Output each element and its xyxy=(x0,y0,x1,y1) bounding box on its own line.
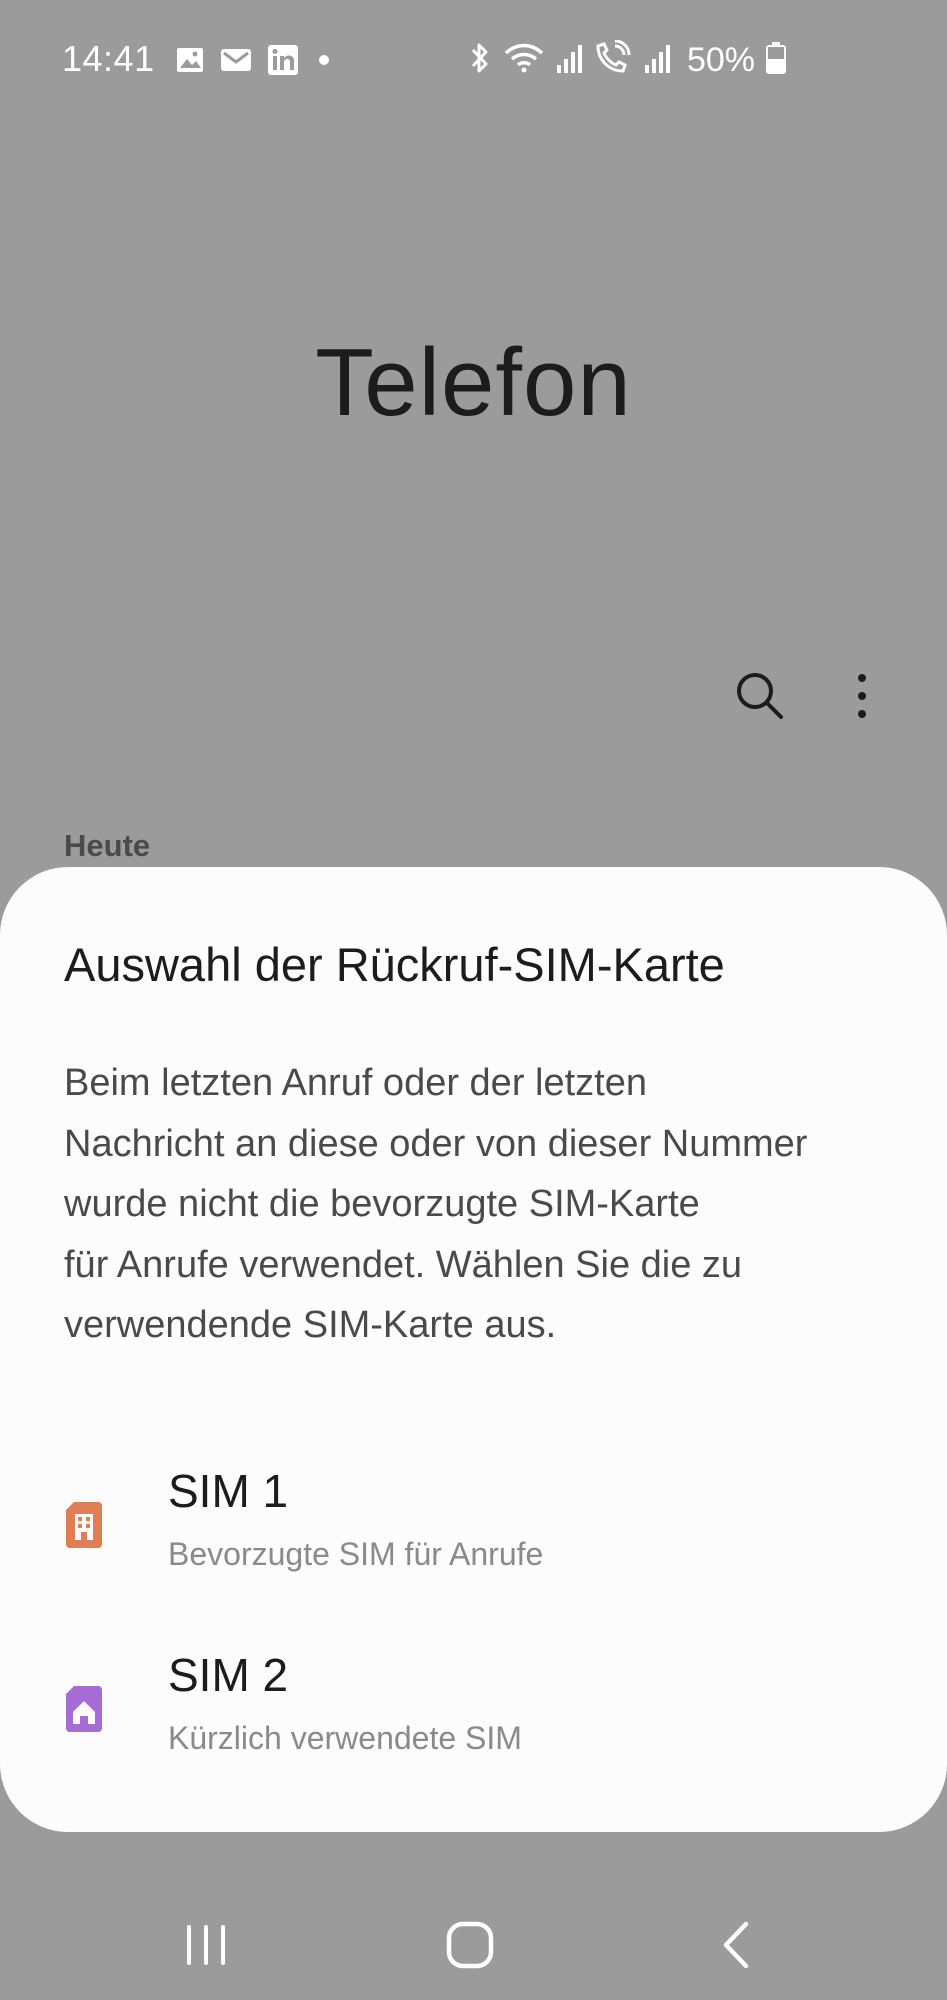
signal-sim2-icon xyxy=(643,41,671,80)
dialog-message-line: verwendende SIM-Karte aus. xyxy=(64,1304,557,1346)
back-icon xyxy=(723,1921,749,1969)
search-button[interactable] xyxy=(728,664,792,728)
mail-icon xyxy=(219,45,253,75)
sim-option-name: SIM 1 xyxy=(168,1465,289,1517)
dialog-message-line: Beim letzten Anruf oder der letzten xyxy=(64,1062,647,1104)
sim-option-description: Kürzlich verwendete SIM xyxy=(168,1720,522,1756)
dialog-message: Beim letzten Anruf oder der letzten Nach… xyxy=(64,1053,904,1356)
notification-icons xyxy=(175,44,335,76)
home-icon xyxy=(446,1921,494,1969)
image-icon xyxy=(175,45,205,75)
status-time: 14:41 xyxy=(62,38,155,79)
sim-select-dialog: Auswahl der Rückruf-SIM-Karte Beim letzt… xyxy=(0,867,947,1832)
search-icon xyxy=(737,673,783,719)
linkedin-icon xyxy=(267,44,299,76)
dialog-message-line: Nachricht an diese oder von dieser Numme… xyxy=(64,1122,808,1165)
sim-building-icon xyxy=(64,1502,104,1548)
sim-option-sim1[interactable]: SIM 1 Bevorzugte SIM für Anrufe xyxy=(0,1442,947,1592)
battery-icon xyxy=(765,41,787,80)
wifi-icon xyxy=(503,41,545,80)
sim-home-icon xyxy=(64,1686,104,1732)
more-options-button[interactable] xyxy=(830,664,894,728)
battery-percent: 50% xyxy=(686,41,755,79)
status-bar: 14:41 50% xyxy=(0,0,947,120)
dialog-message-line: für Anrufe verwendet. Wählen Sie die zu xyxy=(64,1243,743,1286)
system-icons: 50% xyxy=(467,39,787,81)
section-label-today: Heute xyxy=(64,828,151,863)
signal-sim1-icon xyxy=(555,41,583,80)
recents-button[interactable] xyxy=(166,1910,246,1980)
sim-option-description: Bevorzugte SIM für Anrufe xyxy=(168,1536,544,1572)
dialog-title: Auswahl der Rückruf-SIM-Karte xyxy=(64,938,725,991)
home-button[interactable] xyxy=(430,1910,510,1980)
recents-icon xyxy=(187,1925,225,1965)
page-title: Telefon xyxy=(315,329,632,436)
bluetooth-icon xyxy=(467,41,493,80)
dialog-message-line: wurde nicht die bevorzugte SIM-Karte xyxy=(64,1183,700,1225)
dot-icon xyxy=(313,49,335,71)
sim-option-name: SIM 2 xyxy=(168,1649,289,1701)
wifi-call-icon xyxy=(593,39,633,81)
navigation-bar xyxy=(0,1860,947,2000)
back-button[interactable] xyxy=(696,1910,776,1980)
sim-option-sim2[interactable]: SIM 2 Kürzlich verwendete SIM xyxy=(0,1626,947,1776)
more-vertical-icon xyxy=(858,674,866,718)
